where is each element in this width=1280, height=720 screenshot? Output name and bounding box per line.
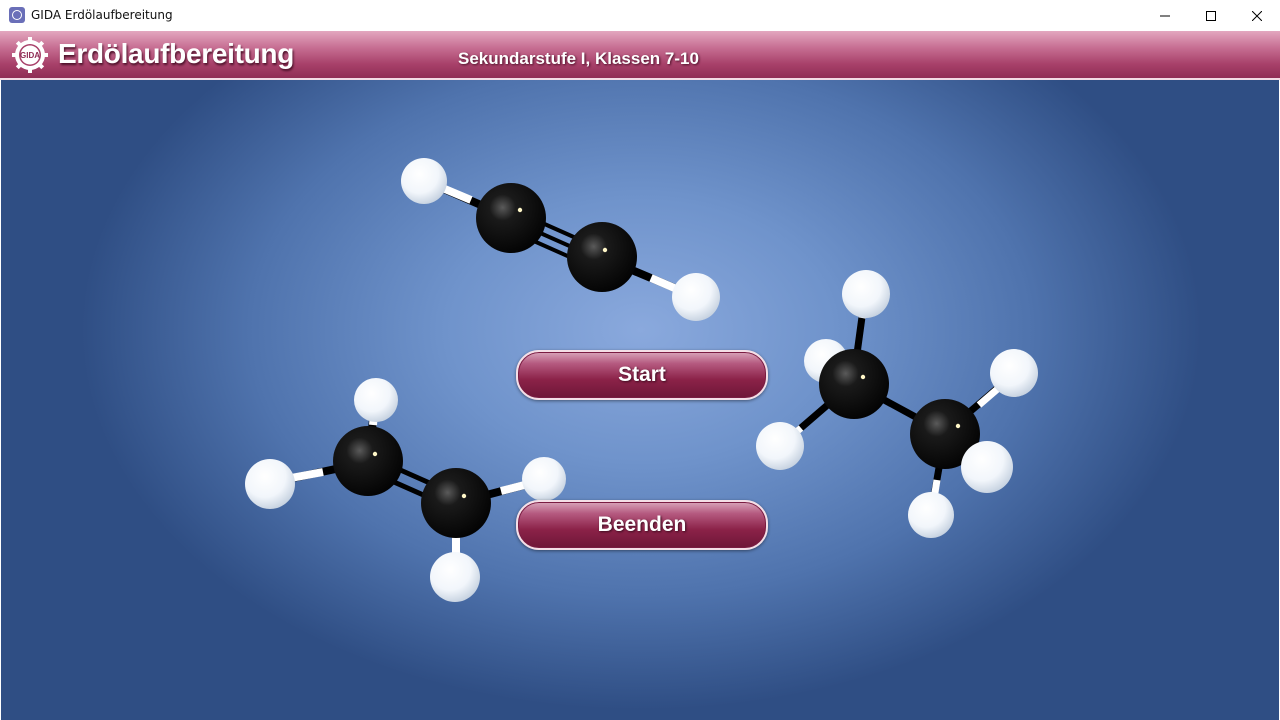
- window-titlebar: GIDA Erdölaufbereitung: [0, 0, 1280, 32]
- maximize-button[interactable]: [1188, 0, 1234, 31]
- close-icon: [1252, 10, 1262, 21]
- maximize-icon: [1206, 10, 1216, 21]
- ethene-molecule: [245, 378, 566, 602]
- quit-button[interactable]: Beenden: [516, 500, 768, 550]
- app-subtitle: Sekundarstufe I, Klassen 7-10: [458, 49, 699, 68]
- svg-text:GIDA: GIDA: [20, 51, 40, 60]
- molecule-illustrations: [245, 158, 1038, 602]
- app-title: Erdölaufbereitung: [58, 38, 295, 69]
- ethyne-molecule: [401, 158, 720, 321]
- minimize-icon: [1160, 15, 1170, 16]
- main-stage: Start Beenden: [1, 80, 1279, 720]
- app-header: GIDA Erdölaufbereitung Sekundarstufe I, …: [0, 31, 1280, 80]
- start-button[interactable]: Start: [516, 350, 768, 400]
- window-title: GIDA Erdölaufbereitung: [31, 8, 173, 22]
- ethane-molecule: [756, 270, 1038, 538]
- gida-gear-logo-icon: GIDA: [12, 37, 48, 73]
- minimize-button[interactable]: [1142, 0, 1188, 31]
- app-icon: [9, 7, 25, 23]
- close-button[interactable]: [1234, 0, 1280, 31]
